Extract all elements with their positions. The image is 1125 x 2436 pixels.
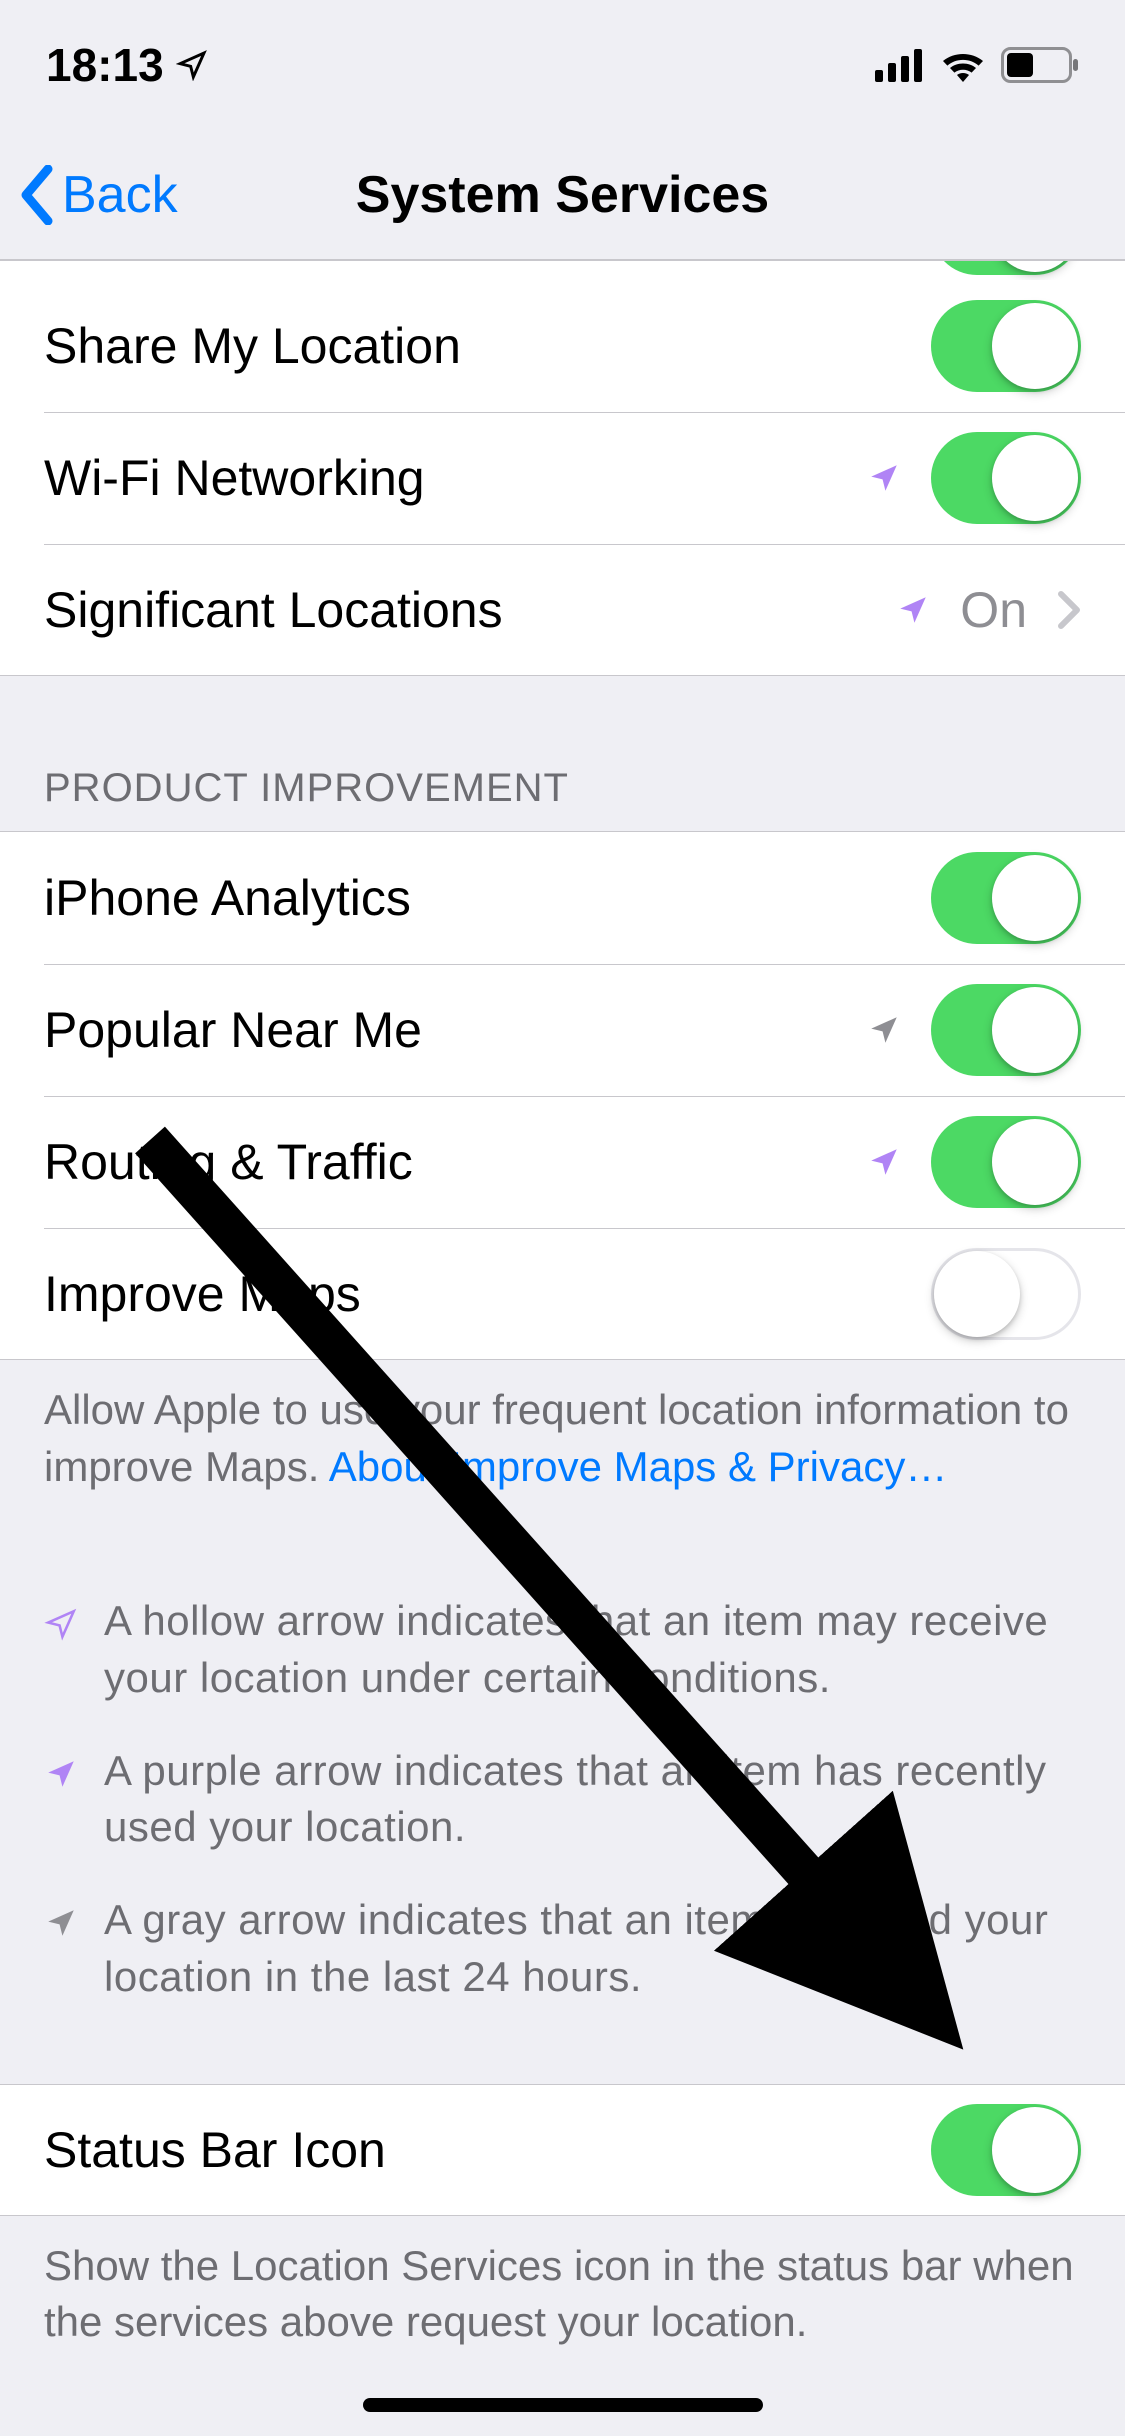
row-label: Status Bar Icon <box>44 2121 931 2179</box>
cellular-icon <box>875 48 925 82</box>
section-header-product-improvement: PRODUCT IMPROVEMENT <box>0 676 1125 832</box>
toggle-switch[interactable] <box>931 852 1081 944</box>
toggle-switch[interactable] <box>931 2104 1081 2196</box>
back-button[interactable]: Back <box>0 165 178 225</box>
row-label: Share My Location <box>44 317 931 375</box>
legend-text: A gray arrow indicates that an item has … <box>104 1892 1081 2005</box>
toggle-switch[interactable] <box>931 300 1081 392</box>
row-label: Improve Maps <box>44 1265 931 1323</box>
chevron-left-icon <box>20 165 56 225</box>
row-routing-traffic[interactable]: Routing & Traffic <box>0 1096 1125 1228</box>
location-arrow-icon <box>867 461 901 495</box>
legend-row: A hollow arrow indicates that an item ma… <box>44 1575 1081 1724</box>
location-icon <box>176 49 208 81</box>
location-arrow-hollow-icon <box>44 1607 78 1641</box>
status-bar: 18:13 <box>0 0 1125 130</box>
row-label: iPhone Analytics <box>44 869 931 927</box>
row-label: Significant Locations <box>44 581 896 639</box>
toggle-switch[interactable] <box>931 432 1081 524</box>
row-label: Popular Near Me <box>44 1001 867 1059</box>
back-label: Back <box>62 165 178 225</box>
home-indicator <box>363 2398 763 2412</box>
toggle-switch[interactable] <box>931 260 1081 275</box>
improve-maps-privacy-link[interactable]: About Improve Maps & Privacy… <box>329 1443 948 1490</box>
status-bar-left: 18:13 <box>46 38 208 92</box>
toggle-switch[interactable] <box>931 1248 1081 1340</box>
row-improve-maps[interactable]: Improve Maps <box>0 1228 1125 1360</box>
row-value: On <box>960 581 1027 639</box>
location-arrow-icon <box>44 1757 78 1791</box>
chevron-right-icon <box>1057 590 1081 630</box>
legend-row: A purple arrow indicates that an item ha… <box>44 1725 1081 1874</box>
row-label: Wi-Fi Networking <box>44 449 867 507</box>
row-status-bar-icon[interactable]: Status Bar Icon <box>0 2084 1125 2216</box>
row-popular-near-me[interactable]: Popular Near Me <box>0 964 1125 1096</box>
row-label: Routing & Traffic <box>44 1133 867 1191</box>
row-share-my-location[interactable]: Share My Location <box>0 280 1125 412</box>
wifi-icon <box>939 48 987 82</box>
toggle-switch[interactable] <box>931 984 1081 1076</box>
nav-bar: Back System Services <box>0 130 1125 260</box>
legend: A hollow arrow indicates that an item ma… <box>0 1535 1125 2083</box>
legend-text: A purple arrow indicates that an item ha… <box>104 1743 1081 1856</box>
footer-status-bar-icon: Show the Location Services icon in the s… <box>0 2216 1125 2391</box>
legend-row: A gray arrow indicates that an item has … <box>44 1874 1081 2023</box>
row-significant-locations[interactable]: Significant Locations On <box>0 544 1125 676</box>
row-wifi-networking[interactable]: Wi-Fi Networking <box>0 412 1125 544</box>
location-arrow-icon <box>44 1906 78 1940</box>
location-arrow-icon <box>867 1145 901 1179</box>
row-iphone-analytics[interactable]: iPhone Analytics <box>0 832 1125 964</box>
status-bar-right <box>875 47 1079 83</box>
legend-text: A hollow arrow indicates that an item ma… <box>104 1593 1081 1706</box>
location-arrow-icon <box>896 593 930 627</box>
partial-row <box>0 260 1125 280</box>
location-arrow-icon <box>867 1013 901 1047</box>
status-time: 18:13 <box>46 38 164 92</box>
toggle-switch[interactable] <box>931 1116 1081 1208</box>
battery-icon <box>1001 47 1079 83</box>
footer-improve-maps: Allow Apple to use your frequent locatio… <box>0 1360 1125 1535</box>
